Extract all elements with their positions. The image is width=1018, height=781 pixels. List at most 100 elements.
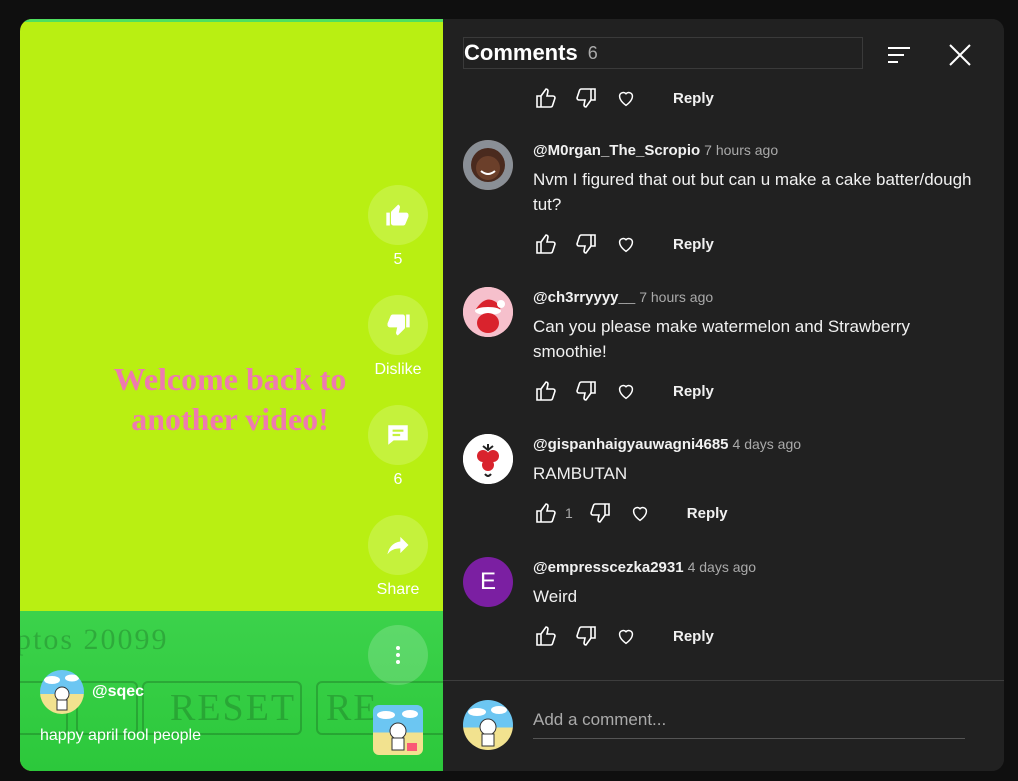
comment-dislike-button[interactable] [573, 378, 599, 404]
comment-like-button[interactable] [533, 500, 559, 526]
video-overlay-text: Welcome back to another video! [90, 359, 370, 439]
reply-button[interactable]: Reply [673, 383, 714, 400]
share-action: Share [368, 515, 428, 601]
comment-avatar[interactable] [463, 434, 513, 484]
comment-avatar[interactable] [463, 140, 513, 190]
comment-like-button[interactable] [533, 378, 559, 404]
more-options-button[interactable] [368, 625, 428, 685]
comment-time[interactable]: 4 days ago [733, 436, 802, 452]
comment-text: RAMBUTAN [533, 464, 628, 483]
comment-author[interactable]: @gispanhaigyauwagni4685 [533, 436, 729, 453]
comments-header: Comments 6 [463, 37, 863, 69]
reply-button[interactable]: Reply [673, 236, 714, 253]
thumbs-down-outline-icon [589, 503, 610, 523]
share-arrow-icon [387, 536, 409, 555]
comment-dislike-button[interactable] [573, 85, 599, 111]
comment-heart-button[interactable] [613, 85, 639, 111]
reply-button[interactable]: Reply [673, 628, 714, 645]
background-text: ptos 20099 [20, 623, 169, 656]
video-caption: happy april fool people [40, 727, 202, 744]
cartoon-thumbnail-icon [377, 710, 418, 751]
sound-thumbnail[interactable] [373, 705, 423, 755]
sort-button[interactable] [886, 41, 914, 69]
sort-icon [888, 47, 910, 63]
comment-avatar[interactable]: E [463, 557, 513, 607]
comment-like-button[interactable] [533, 85, 559, 111]
avatar-letter: E [479, 568, 496, 595]
shorts-player: ptos 20099 RESET RE Welcome back to anot… [20, 19, 1004, 771]
thumbs-down-outline-icon [576, 234, 596, 254]
comment-like-count: 1 [565, 505, 573, 521]
background-text: RESET [170, 687, 297, 729]
comment-heart-button[interactable] [613, 231, 639, 257]
santa-hat-avatar-icon [463, 287, 513, 337]
comment-author[interactable]: @M0rgan_The_Scropio [533, 142, 700, 159]
thumbs-up-icon [386, 204, 409, 226]
panel-divider [443, 680, 1004, 681]
comments-title: Comments [464, 40, 578, 65]
creator-handle[interactable]: @sqec [92, 683, 144, 701]
heart-outline-icon [618, 237, 634, 253]
comment-heart-button[interactable] [627, 500, 653, 526]
like-button[interactable] [368, 185, 428, 245]
comments-count: 6 [587, 42, 598, 63]
comment-heart-button[interactable] [613, 378, 639, 404]
like-action: 5 [368, 185, 428, 271]
thumbs-up-outline-icon [536, 503, 556, 523]
thumbs-up-outline-icon [536, 626, 556, 646]
thumbs-down-icon [387, 314, 410, 336]
comment-text: Can you please make watermelon and Straw… [533, 317, 911, 361]
creator-info: @sqec [40, 670, 144, 714]
close-icon [949, 44, 971, 66]
comment-time[interactable]: 4 days ago [688, 559, 757, 575]
comment-text: Nvm I figured that out but can u make a … [533, 170, 972, 214]
comment-dislike-button[interactable] [573, 623, 599, 649]
share-button[interactable] [368, 515, 428, 575]
comment-time[interactable]: 7 hours ago [704, 142, 778, 158]
comment-like-button[interactable] [533, 231, 559, 257]
heart-outline-icon [618, 384, 634, 400]
thumbs-down-outline-icon [576, 381, 596, 401]
comments-action: 6 [368, 405, 428, 491]
overlay-line-1: Welcome back to [113, 361, 347, 397]
thumbs-up-outline-icon [536, 381, 556, 401]
creator-avatar[interactable] [40, 670, 84, 714]
comment-text: Weird [533, 587, 578, 606]
comment-author[interactable]: @ch3rryyyy__ [533, 289, 635, 306]
thumbs-up-outline-icon [536, 88, 556, 108]
comment-heart-button[interactable] [613, 623, 639, 649]
comment-like-button[interactable] [533, 623, 559, 649]
comments-button[interactable] [368, 405, 428, 465]
fruit-avatar-icon [463, 434, 513, 484]
more-vertical-icon [396, 646, 400, 664]
comment-time[interactable]: 7 hours ago [639, 289, 713, 305]
dislike-button[interactable] [368, 295, 428, 355]
thumbs-up-outline-icon [536, 234, 556, 254]
comment-avatar[interactable] [463, 287, 513, 337]
comments-panel: Comments 6 Reply @M0rgan_The_Scropio 7 h… [443, 19, 1004, 771]
close-button[interactable] [946, 41, 974, 69]
comment-dislike-button[interactable] [587, 500, 613, 526]
background-text: RE [326, 687, 379, 729]
add-comment-input[interactable]: Add a comment... [533, 708, 965, 739]
comment-author[interactable]: @empresscezka2931 [533, 559, 684, 576]
profile-photo-icon [463, 140, 513, 190]
heart-outline-icon [618, 91, 634, 107]
overlay-line-2: another video! [131, 401, 329, 437]
thumbs-down-outline-icon [576, 626, 596, 646]
reply-button[interactable]: Reply [673, 90, 714, 107]
more-action [368, 625, 428, 685]
thumbs-down-outline-icon [576, 88, 596, 108]
heart-outline-icon [632, 506, 647, 522]
dislike-action: Dislike [368, 295, 428, 381]
comment-dislike-button[interactable] [573, 231, 599, 257]
add-comment-row: Add a comment... [463, 700, 983, 752]
heart-outline-icon [618, 629, 634, 645]
cartoon-avatar-icon [44, 674, 79, 711]
like-count: 5 [393, 251, 403, 268]
video-area[interactable]: ptos 20099 RESET RE Welcome back to anot… [20, 19, 460, 771]
comment-count: 6 [393, 471, 403, 488]
current-user-avatar [463, 700, 513, 750]
dislike-label: Dislike [374, 361, 422, 378]
reply-button[interactable]: Reply [687, 505, 728, 522]
